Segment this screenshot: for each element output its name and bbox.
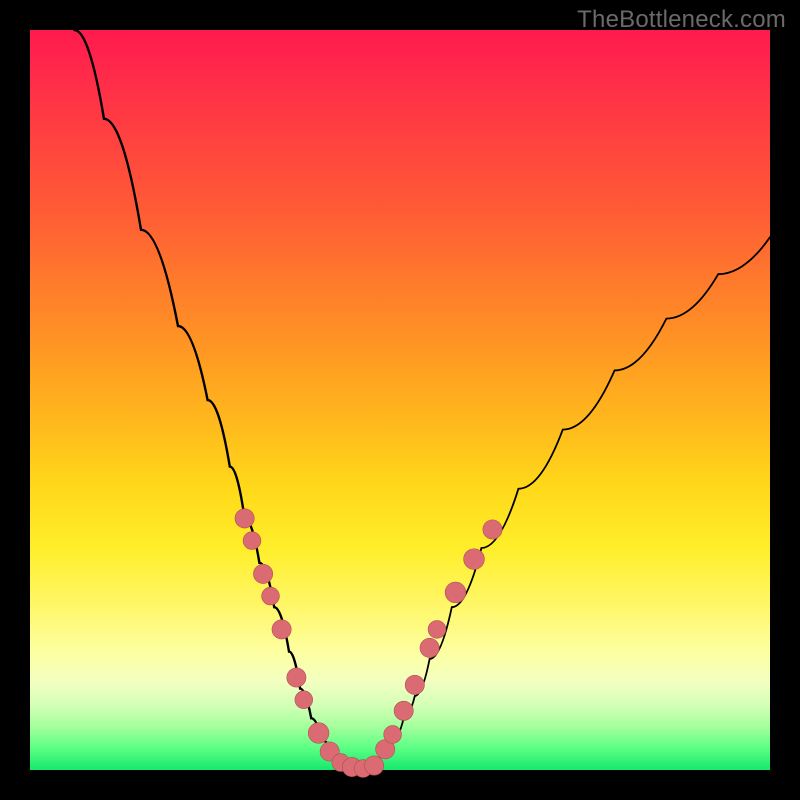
curve-marker: [295, 691, 313, 709]
watermark-text: TheBottleneck.com: [577, 6, 786, 34]
curve-marker: [483, 520, 502, 539]
curve-marker: [262, 587, 280, 605]
curve-svg: [30, 30, 770, 770]
curve-marker: [235, 509, 254, 528]
curve-marker: [253, 564, 272, 583]
marker-layer: [235, 509, 502, 778]
curve-marker: [243, 532, 261, 550]
curve-marker: [405, 675, 424, 694]
chart-frame: TheBottleneck.com: [0, 0, 800, 800]
plot-area: [30, 30, 770, 770]
curve-marker: [428, 621, 446, 639]
curve-marker: [287, 668, 306, 687]
curve-marker: [420, 638, 439, 657]
curve-marker: [464, 549, 485, 570]
curve-marker: [272, 620, 291, 639]
curve-marker: [364, 756, 383, 775]
curve-marker: [394, 701, 413, 720]
curve-left-branch: [74, 30, 355, 770]
curve-marker: [445, 582, 466, 603]
curve-marker: [308, 723, 329, 744]
curve-marker: [384, 726, 402, 744]
